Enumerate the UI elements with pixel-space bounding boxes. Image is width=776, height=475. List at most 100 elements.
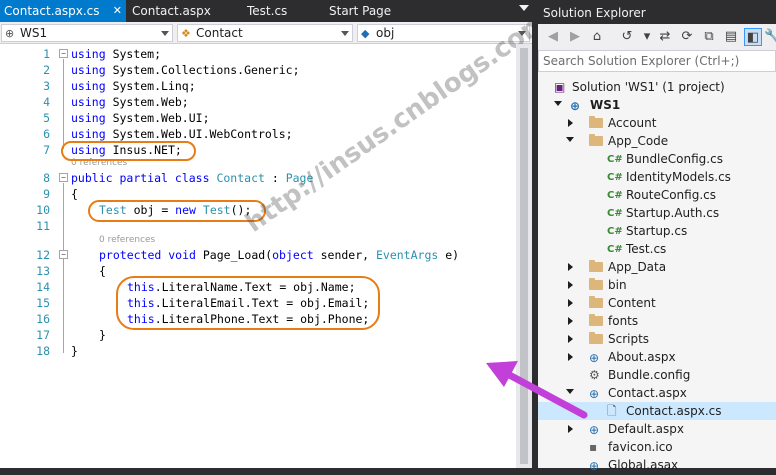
expand-icon[interactable]: [568, 281, 573, 289]
collapse-all-icon[interactable]: ⧉: [700, 28, 718, 46]
close-icon[interactable]: ✕: [113, 0, 122, 22]
folder-icon: [589, 332, 603, 344]
expand-icon[interactable]: [568, 299, 573, 307]
tab-contact-aspx[interactable]: Contact.aspx: [128, 0, 228, 22]
tab-label: Contact.aspx.cs: [4, 4, 100, 18]
tree-item-project[interactable]: ⊕ WS1: [538, 96, 776, 114]
line-number: 8: [43, 171, 50, 185]
expand-icon[interactable]: [568, 425, 573, 433]
line-number: 10: [36, 203, 50, 217]
code-line: using System.Web;: [71, 95, 189, 109]
web-form-icon: ⊕: [589, 459, 600, 473]
code-line: }: [71, 344, 78, 358]
csharp-file-icon: C#: [607, 208, 623, 219]
tree-item[interactable]: App_Code: [538, 132, 776, 150]
expand-icon[interactable]: [568, 263, 573, 271]
collapse-icon[interactable]: −: [59, 49, 68, 58]
line-number: 17: [36, 328, 50, 342]
globe-icon: ⊕: [570, 99, 581, 113]
tree-item[interactable]: bin: [538, 276, 776, 294]
tree-item[interactable]: C# IdentityModels.cs: [538, 168, 776, 186]
code-line: using System.Linq;: [71, 79, 196, 93]
line-number: 4: [43, 95, 50, 109]
back-icon[interactable]: ◀: [544, 28, 562, 46]
codelens-references[interactable]: 0 references: [99, 235, 155, 245]
forward-icon[interactable]: ▶: [566, 28, 584, 46]
code-area[interactable]: 1 2 3 4 5 6 7 8 9 10 11 12 13 14 15 16 1…: [0, 6, 554, 468]
collapse-icon[interactable]: −: [59, 173, 68, 182]
line-number: 3: [43, 79, 50, 93]
code-line: using System.Web.UI.WebControls;: [71, 127, 293, 141]
collapse-icon[interactable]: [566, 137, 574, 142]
chevron-down-icon[interactable]: ▾: [638, 28, 656, 46]
solution-icon: ▣: [554, 80, 566, 94]
tree-item[interactable]: C# Startup.cs: [538, 222, 776, 240]
tree-item[interactable]: fonts: [538, 312, 776, 330]
preview-icon[interactable]: ◧: [744, 28, 762, 46]
tree-item[interactable]: ⊕ Global.asax: [538, 456, 776, 474]
csharp-file-icon: C#: [607, 226, 623, 237]
tab-start-page[interactable]: Start Page: [325, 0, 415, 22]
line-number: 16: [36, 312, 50, 326]
document-tabs: Contact.aspx.cs ✕ Contact.aspx Test.cs S…: [0, 0, 532, 22]
csharp-file-icon: C#: [607, 244, 623, 255]
code-editor: Contact.aspx.cs ✕ Contact.aspx Test.cs S…: [0, 0, 554, 468]
tree-item[interactable]: Scripts: [538, 330, 776, 348]
collapse-icon[interactable]: −: [59, 250, 68, 259]
class-dropdown-value: Contact: [196, 26, 243, 40]
config-file-icon: ⚙: [589, 368, 600, 382]
project-dropdown[interactable]: ⊕ WS1: [1, 24, 173, 42]
highlight-ring: [116, 276, 380, 330]
line-number: 6: [43, 127, 50, 141]
page-file-icon: 🗋: [607, 404, 617, 418]
highlight-ring: [61, 141, 196, 161]
tree-item[interactable]: Account: [538, 114, 776, 132]
folder-icon: [589, 278, 603, 290]
member-dropdown-value: obj: [376, 26, 395, 40]
sync-icon[interactable]: ⇄: [656, 28, 674, 46]
tab-contact-aspx-cs[interactable]: Contact.aspx.cs ✕: [0, 0, 126, 22]
folder-icon: [589, 296, 603, 308]
code-line: }: [99, 328, 106, 342]
show-all-files-icon[interactable]: ▤: [722, 28, 740, 46]
properties-icon[interactable]: 🔧: [764, 28, 776, 46]
search-input[interactable]: Search Solution Explorer (Ctrl+;): [538, 50, 776, 72]
tree-item[interactable]: C# BundleConfig.cs: [538, 150, 776, 168]
tree-item[interactable]: Content: [538, 294, 776, 312]
tab-label: Contact.aspx: [132, 4, 211, 18]
expand-icon[interactable]: [568, 119, 573, 127]
expand-icon[interactable]: [568, 317, 573, 325]
line-number: 9: [43, 187, 50, 201]
code-line: public partial class Contact : Page: [71, 171, 314, 185]
web-form-icon: ⊕: [589, 387, 600, 401]
tree-item[interactable]: C# RouteConfig.cs: [538, 186, 776, 204]
solution-explorer-toolbar: ◀ ▶ ⌂ ↺ ▾ ⇄ ⟳ ⧉ ▤ ◧ 🔧: [538, 24, 776, 50]
code-line: using System.Collections.Generic;: [71, 63, 300, 77]
tree-item[interactable]: ▪ favicon.ico: [538, 438, 776, 456]
tree-item[interactable]: C# Startup.Auth.cs: [538, 204, 776, 222]
tree-item-solution[interactable]: ▣ Solution 'WS1' (1 project): [538, 78, 776, 96]
home-icon[interactable]: ⌂: [588, 28, 606, 46]
class-dropdown[interactable]: ❖ Contact: [177, 24, 353, 42]
history-icon[interactable]: ↺: [618, 28, 636, 46]
folder-icon: [589, 116, 603, 128]
csharp-file-icon: C#: [607, 190, 623, 201]
tree-item[interactable]: C# Test.cs: [538, 240, 776, 258]
csharp-file-icon: C#: [607, 172, 623, 183]
expand-icon[interactable]: [568, 335, 573, 343]
refresh-icon[interactable]: ⟳: [678, 28, 696, 46]
chevron-down-icon: [341, 31, 349, 36]
tree-item[interactable]: App_Data: [538, 258, 776, 276]
expand-icon[interactable]: [554, 101, 562, 106]
line-number: 7: [43, 143, 50, 157]
line-number: 13: [36, 264, 50, 278]
line-number: 5: [43, 111, 50, 125]
annotation-arrow: [486, 361, 588, 419]
fold-guide: [63, 183, 64, 353]
web-form-icon: ⊕: [589, 351, 600, 365]
line-number: 12: [36, 248, 50, 262]
line-number: 18: [36, 344, 50, 358]
tab-label: Start Page: [329, 4, 392, 18]
tab-test-cs[interactable]: Test.cs: [243, 0, 313, 22]
tab-overflow-dropdown-icon[interactable]: [519, 5, 529, 11]
